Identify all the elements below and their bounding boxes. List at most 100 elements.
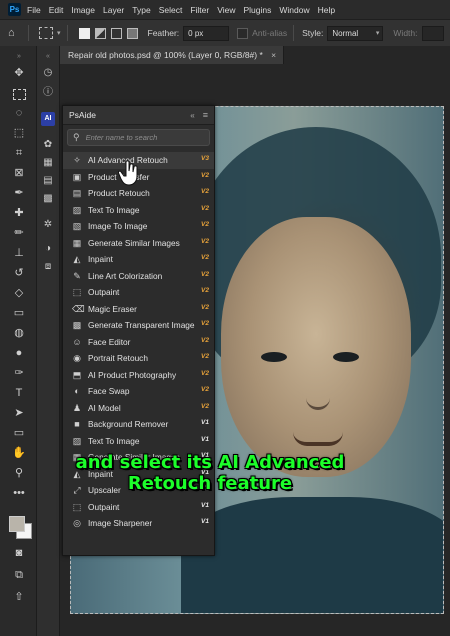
width-label: Width:: [393, 28, 418, 38]
intersect-selection-icon[interactable]: [126, 27, 138, 39]
psaide-panel-icon[interactable]: AI: [41, 112, 55, 126]
psaide-feature-item[interactable]: ▨ Text To Image V2: [63, 202, 214, 219]
crop-tool-icon[interactable]: ⌗: [11, 146, 27, 160]
anti-alias-label: Anti-alias: [252, 28, 288, 38]
feature-label: Face Swap: [88, 386, 130, 397]
menu-window[interactable]: Window: [279, 5, 309, 15]
foreground-color-swatch[interactable]: [9, 516, 25, 532]
menu-image[interactable]: Image: [71, 5, 95, 15]
brushes-panel-icon[interactable]: ✲: [41, 218, 55, 232]
subtract-selection-icon[interactable]: [110, 27, 122, 39]
patterns-panel-icon[interactable]: ▩: [41, 192, 55, 206]
blur-tool-icon[interactable]: ◍: [11, 326, 27, 340]
width-input[interactable]: [421, 25, 444, 41]
psaide-feature-item[interactable]: ☺ Face Editor V2: [63, 334, 214, 351]
move-tool-icon[interactable]: ✥: [11, 66, 27, 80]
search-icon: ⚲: [73, 132, 80, 142]
home-icon[interactable]: ⌂: [8, 26, 22, 40]
feature-label: Image To Image: [88, 221, 148, 232]
psaide-search-input[interactable]: [83, 132, 203, 143]
brush-tool-icon[interactable]: ✏: [11, 226, 27, 240]
swatches-panel-icon[interactable]: ▦: [41, 156, 55, 170]
eyedropper-tool-icon[interactable]: ✒: [11, 186, 27, 200]
photo-collar: [181, 497, 443, 613]
quick-mask-icon[interactable]: ◙: [11, 546, 27, 560]
chevron-down-icon: ▾: [375, 29, 380, 37]
new-selection-icon[interactable]: [78, 27, 90, 39]
collapse-panels-icon[interactable]: «: [41, 50, 55, 64]
tools-panel: » ✥ ◌ ⬚ ⌗ ⊠ ✒ ✚ ✏ ⊥ ↺ ◇ ▭ ◍ ● ✑ T ➤ ▭ ✋ …: [0, 46, 37, 636]
version-badge: V2: [201, 353, 209, 360]
feather-input[interactable]: 0 px: [183, 25, 230, 41]
psaide-feature-item[interactable]: ◭ Inpaint V2: [63, 251, 214, 268]
psaide-feature-item[interactable]: ◐ Face Swap V2: [63, 383, 214, 400]
menu-plugins[interactable]: Plugins: [243, 5, 271, 15]
psaide-feature-item[interactable]: ▩ Generate Transparent Image V2: [63, 317, 214, 334]
menu-help[interactable]: Help: [318, 5, 335, 15]
feature-label: Generate Transparent Image: [88, 320, 195, 331]
psaide-feature-item[interactable]: ▤ Product Retouch V2: [63, 185, 214, 202]
psaide-feature-item[interactable]: ▨ Text To Image V1: [63, 433, 214, 450]
info-panel-icon[interactable]: ⓘ: [41, 86, 55, 100]
caption-line-2: Retouch feature: [127, 473, 293, 494]
add-to-selection-icon[interactable]: [94, 27, 106, 39]
adjustments-panel-icon[interactable]: ◑: [41, 242, 55, 256]
feature-icon: ◭: [73, 254, 81, 265]
anti-alias-checkbox[interactable]: [237, 27, 249, 39]
psaide-feature-item[interactable]: ■ Background Remover V1: [63, 416, 214, 433]
path-selection-tool-icon[interactable]: ➤: [11, 406, 27, 420]
menu-edit[interactable]: Edit: [49, 5, 64, 15]
feature-icon: ▤: [72, 188, 82, 199]
close-icon[interactable]: ×: [271, 50, 276, 60]
psaide-feature-item[interactable]: ⬚ Outpaint V1: [63, 499, 214, 516]
rectangle-tool-icon[interactable]: ▭: [11, 426, 27, 440]
psaide-feature-item[interactable]: ♟ AI Model V2: [63, 400, 214, 417]
screen-mode-icon[interactable]: ⧉: [11, 568, 27, 582]
feature-icon: ⌫: [72, 303, 85, 314]
history-panel-icon[interactable]: ◷: [41, 66, 55, 80]
psaide-feature-item[interactable]: ◉ Portrait Retouch V2: [63, 350, 214, 367]
feature-label: Background Remover: [88, 419, 169, 430]
frame-tool-icon[interactable]: ⊠: [11, 166, 27, 180]
eraser-tool-icon[interactable]: ◇: [11, 286, 27, 300]
psaide-feature-item[interactable]: ⬒ AI Product Photography V2: [63, 367, 214, 384]
psaide-feature-item[interactable]: ◎ Image Sharpener V1: [63, 515, 214, 532]
psaide-feature-item[interactable]: ▧ Image To Image V2: [63, 218, 214, 235]
rect-marquee-preset-icon[interactable]: [39, 27, 53, 39]
share-icon[interactable]: ⇧: [11, 590, 27, 604]
style-value: Normal: [332, 28, 359, 38]
version-badge: V3: [201, 155, 209, 162]
type-tool-icon[interactable]: T: [11, 386, 27, 400]
document-tab[interactable]: Repair old photos.psd @ 100% (Layer 0, R…: [60, 46, 284, 64]
collapse-icon[interactable]: «: [190, 111, 194, 120]
color-panel-icon[interactable]: ✿: [41, 138, 55, 152]
object-selection-tool-icon[interactable]: ⬚: [11, 126, 27, 140]
style-select[interactable]: Normal ▾: [327, 25, 384, 41]
menu-layer[interactable]: Layer: [103, 5, 124, 15]
menu-filter[interactable]: Filter: [190, 5, 209, 15]
menu-view[interactable]: View: [217, 5, 235, 15]
pen-tool-icon[interactable]: ✑: [11, 366, 27, 380]
psaide-feature-item[interactable]: ⌫ Magic Eraser V2: [63, 301, 214, 318]
clone-stamp-tool-icon[interactable]: ⊥: [11, 246, 27, 260]
menu-file[interactable]: File: [27, 5, 41, 15]
panel-menu-icon[interactable]: ≡: [203, 110, 208, 120]
lasso-tool-icon[interactable]: ◌: [11, 106, 27, 120]
psaide-feature-item[interactable]: ⬚ Outpaint V2: [63, 284, 214, 301]
gradient-tool-icon[interactable]: ▭: [11, 306, 27, 320]
marquee-tool-icon[interactable]: [13, 89, 26, 100]
version-badge: V2: [201, 221, 209, 228]
history-brush-tool-icon[interactable]: ↺: [11, 266, 27, 280]
style-label: Style:: [302, 28, 324, 38]
collapse-toolbar-icon[interactable]: »: [11, 50, 27, 64]
psaide-feature-item[interactable]: ✎ Line Art Colorization V2: [63, 268, 214, 285]
gradients-panel-icon[interactable]: ▤: [41, 174, 55, 188]
healing-brush-tool-icon[interactable]: ✚: [11, 206, 27, 220]
menu-select[interactable]: Select: [159, 5, 183, 15]
menu-type[interactable]: Type: [132, 5, 150, 15]
chevron-down-icon[interactable]: ▾: [57, 29, 61, 37]
libraries-panel-icon[interactable]: ⧈: [41, 260, 55, 274]
caption-line-1: and select its AI Advanced: [75, 452, 345, 473]
dodge-tool-icon[interactable]: ●: [11, 346, 27, 360]
psaide-feature-item[interactable]: ▦ Generate Similar Images V2: [63, 235, 214, 252]
